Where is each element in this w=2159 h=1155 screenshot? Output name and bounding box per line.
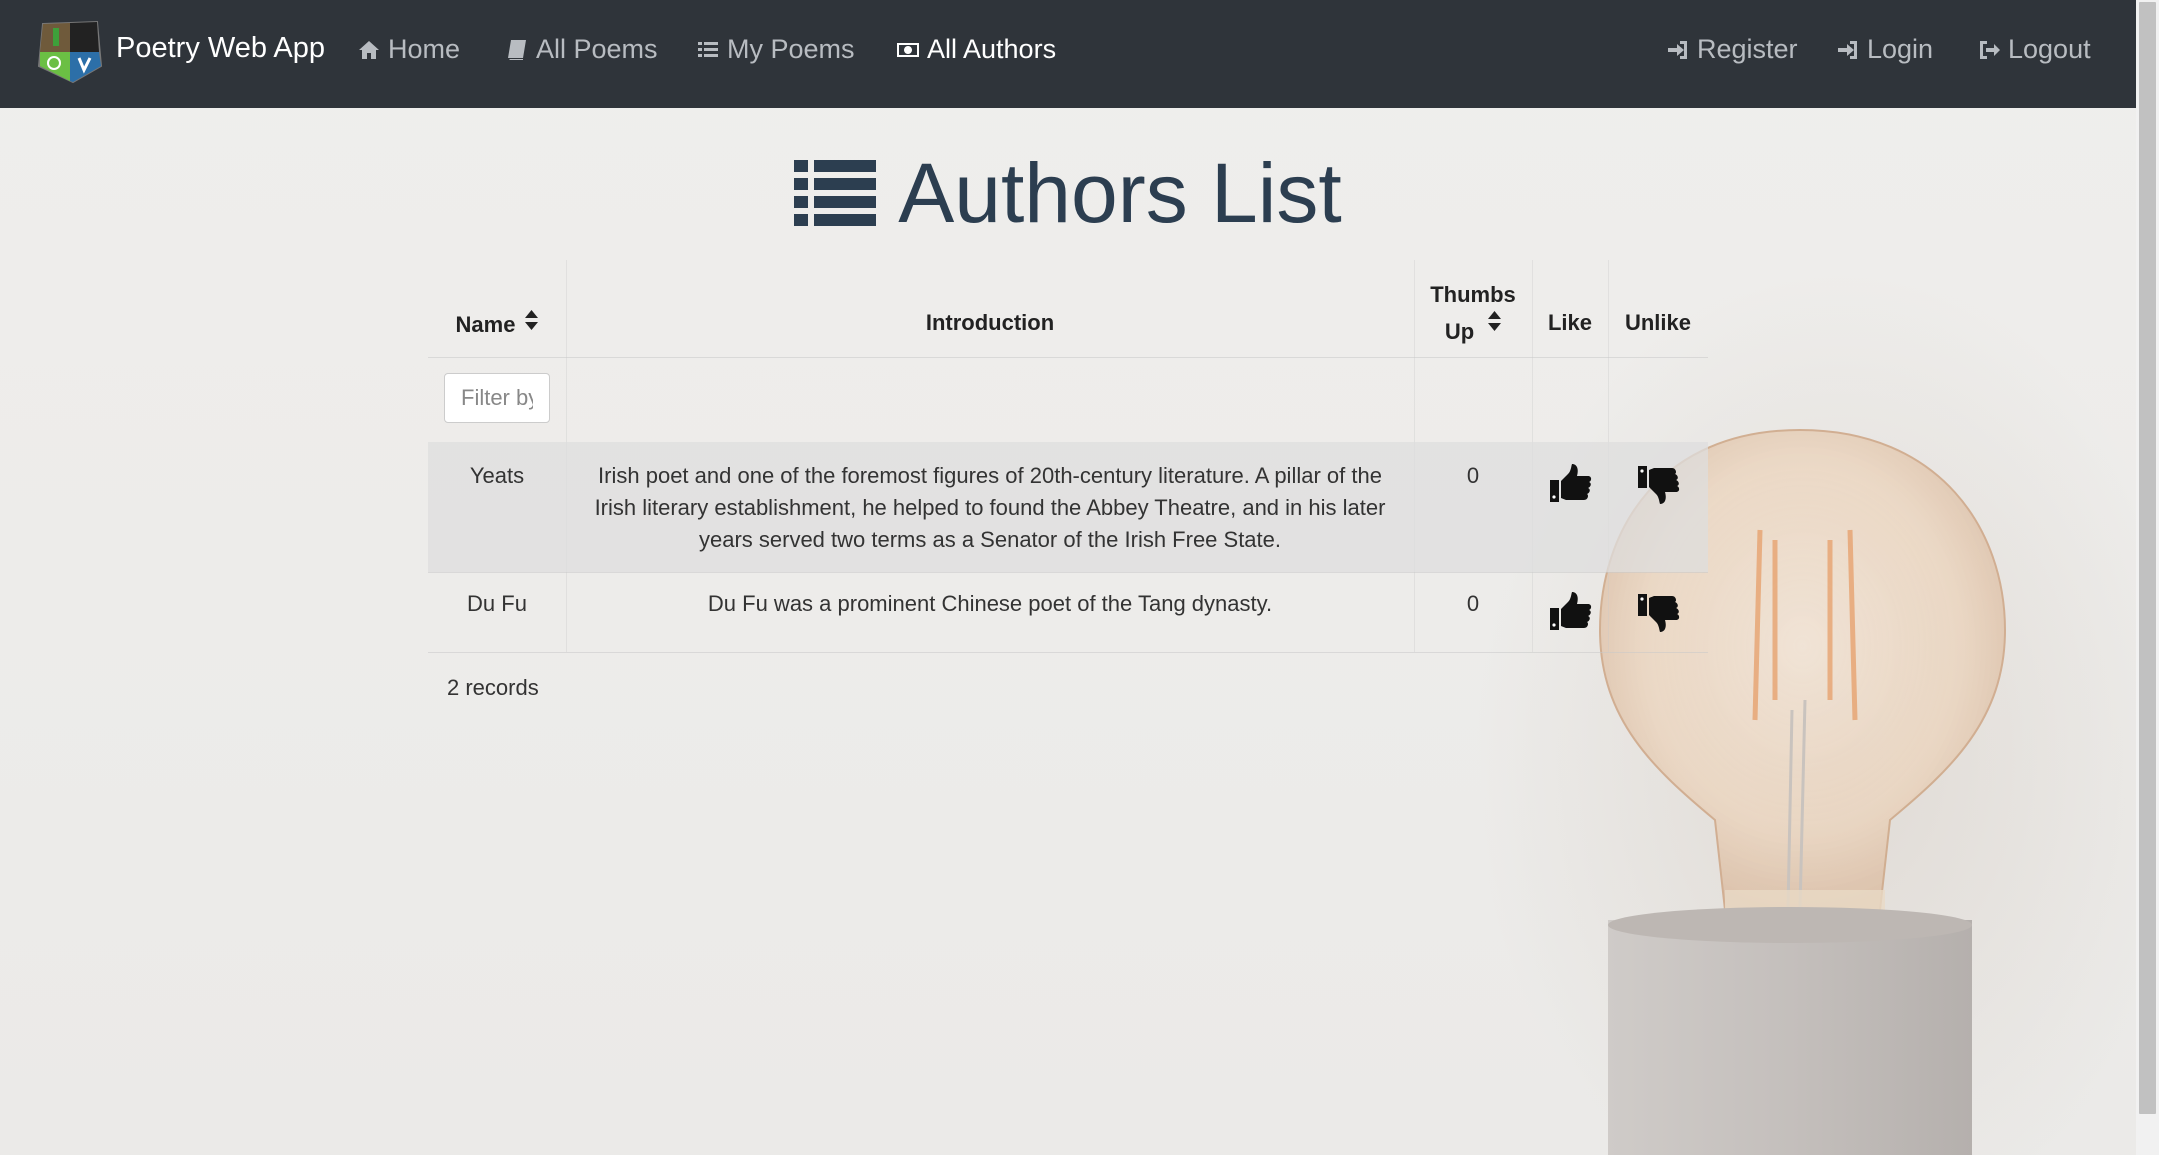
table-row: Yeats Irish poet and one of the foremost… — [428, 442, 1708, 572]
column-header-thumbs-label-2: Up — [1444, 319, 1475, 344]
sign-in-icon — [1838, 40, 1857, 59]
sign-in-icon — [1668, 40, 1687, 59]
money-icon — [897, 42, 919, 57]
nav-my-poems-label: My Poems — [727, 34, 855, 64]
page-title-text: Authors List — [898, 146, 1342, 240]
record-count: 2 records — [447, 675, 539, 700]
page-title: Authors List — [0, 145, 2136, 242]
sort-icon[interactable] — [525, 310, 539, 330]
column-header-unlike: Unlike — [1624, 310, 1692, 335]
scrollbar-thumb[interactable] — [2139, 2, 2156, 1114]
filter-row — [428, 358, 1708, 442]
row-divider — [428, 652, 1708, 653]
nav-login[interactable]: Login — [1836, 34, 1933, 65]
nav-login-label: Login — [1867, 34, 1934, 64]
column-header-name-label: Name — [455, 312, 516, 337]
nav-my-poems[interactable]: My Poems — [696, 34, 855, 65]
thumbs-up-icon[interactable] — [1548, 462, 1592, 506]
brand-name[interactable]: Poetry Web App — [116, 32, 325, 65]
nav-home[interactable]: Home — [357, 34, 460, 65]
table-row: Du Fu Du Fu was a prominent Chinese poet… — [428, 572, 1708, 652]
author-introduction: Du Fu was a prominent Chinese poet of th… — [707, 591, 1273, 616]
thumbs-up-count: 0 — [1466, 591, 1480, 616]
author-name: Yeats — [469, 463, 525, 488]
nav-home-label: Home — [388, 34, 461, 64]
column-header-introduction: Introduction — [925, 310, 1055, 335]
thumbs-up-icon[interactable] — [1548, 590, 1592, 634]
thumbs-down-icon[interactable] — [1636, 590, 1680, 634]
column-header-thumbs-label-1: Thumbs — [1430, 282, 1516, 307]
column-header-like: Like — [1547, 310, 1593, 335]
column-header-thumbs-label-2-row: Up — [1414, 311, 1532, 348]
author-name: Du Fu — [467, 591, 527, 616]
column-header-name[interactable]: Name — [428, 310, 566, 338]
list-icon — [794, 160, 877, 226]
nav-register-label: Register — [1697, 34, 1798, 64]
name-filter-input[interactable] — [444, 373, 550, 423]
sort-icon[interactable] — [1488, 311, 1502, 331]
nav-register[interactable]: Register — [1666, 34, 1798, 65]
nav-logout[interactable]: Logout — [1977, 34, 2091, 65]
column-header-thumbs-up[interactable]: Thumbs Up — [1414, 279, 1532, 348]
nav-all-authors-label: All Authors — [927, 34, 1057, 64]
nav-all-poems-label: All Poems — [536, 34, 658, 64]
nav-logout-label: Logout — [2008, 34, 2091, 64]
table-header-row: Name Introduction Thumbs Up Like Unlike — [428, 260, 1708, 358]
nav-all-authors[interactable]: All Authors — [896, 34, 1056, 65]
author-introduction: Irish poet and one of the foremost figur… — [594, 463, 1386, 552]
top-navbar: Poetry Web App Home All Poems My Poems A… — [0, 0, 2136, 108]
thumbs-up-count: 0 — [1466, 463, 1480, 488]
thumbs-down-icon[interactable] — [1636, 462, 1680, 506]
sign-out-icon — [1980, 40, 2000, 59]
book-icon — [508, 39, 526, 60]
list-icon — [698, 41, 718, 57]
home-icon — [359, 40, 379, 59]
app-logo-icon[interactable] — [35, 18, 105, 84]
nav-all-poems[interactable]: All Poems — [505, 34, 658, 65]
